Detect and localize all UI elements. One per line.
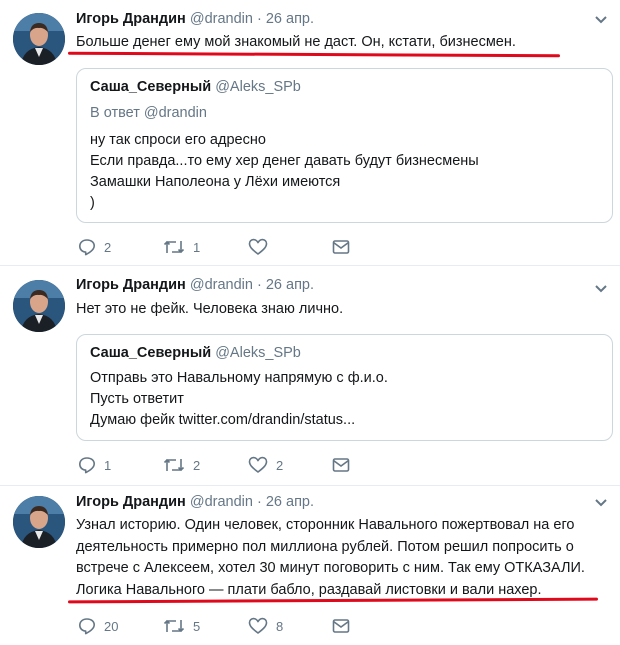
dm-button[interactable] xyxy=(332,616,350,636)
like-count: 2 xyxy=(276,457,284,473)
author-handle[interactable]: @drandin xyxy=(190,494,253,510)
envelope-icon xyxy=(332,458,350,472)
heart-icon xyxy=(248,617,268,634)
reply-count: 20 xyxy=(104,618,119,634)
tweet-text: Узнал историю. Один человек, сторонник Н… xyxy=(76,515,585,601)
tweet-text: Больше денег ему мой знакомый не даст. О… xyxy=(76,32,516,53)
quote-header: Саша_Северный @Aleks_SPb xyxy=(90,345,301,361)
chevron-down-icon[interactable] xyxy=(594,15,608,25)
dm-button[interactable] xyxy=(332,237,350,257)
tweet-date[interactable]: 26 апр. xyxy=(266,277,314,293)
quote-author-handle: @Aleks_SPb xyxy=(215,79,301,95)
retweet-button[interactable]: 2 xyxy=(163,455,200,475)
quote-line: ) xyxy=(90,195,95,211)
tweet-header: Игорь Драндин @drandin · 26 апр. xyxy=(76,11,314,27)
retweet-count: 5 xyxy=(193,618,201,634)
quote-line: Замашки Наполеона у Лёхи имеются xyxy=(90,174,341,190)
heart-icon xyxy=(248,456,268,473)
quote-reply-to: В ответ @drandin xyxy=(90,105,207,121)
avatar[interactable] xyxy=(13,496,65,548)
reply-count: 1 xyxy=(104,457,112,473)
avatar[interactable] xyxy=(13,280,65,332)
like-button[interactable]: 8 xyxy=(248,616,283,636)
chevron-down-icon[interactable] xyxy=(594,284,608,294)
author-name[interactable]: Игорь Драндин xyxy=(76,494,186,510)
retweet-count: 2 xyxy=(193,457,201,473)
reply-button[interactable]: 2 xyxy=(78,237,111,257)
retweet-button[interactable]: 1 xyxy=(163,237,200,257)
reply-icon xyxy=(79,239,95,256)
tweet-text-line: встрече с Алексеем, хотел 30 минут погов… xyxy=(76,560,585,576)
tweet-text: Нет это не фейк. Человека знаю лично. xyxy=(76,299,343,320)
tweet-actions: 1 2 2 xyxy=(78,455,378,475)
separator: · xyxy=(256,494,262,510)
quote-line: Пусть ответит xyxy=(90,391,184,407)
like-count: 8 xyxy=(276,618,284,634)
retweet-icon xyxy=(163,458,185,472)
quote-author-handle: @Aleks_SPb xyxy=(215,345,301,361)
like-button[interactable] xyxy=(248,237,276,257)
envelope-icon xyxy=(332,240,350,254)
tweet-text-line: Нет это не фейк. Человека знаю лично. xyxy=(76,301,344,317)
quote-line: ну так спроси его адресно xyxy=(90,132,266,148)
quote-author-name: Саша_Северный xyxy=(90,79,212,95)
quoted-tweet[interactable]: Саша_Северный @Aleks_SPb В ответ @drandi… xyxy=(76,68,613,223)
tweet-header: Игорь Драндин @drandin · 26 апр. xyxy=(76,277,314,293)
quote-line: Отправь это Навальному напрямую с ф.и.о. xyxy=(90,370,388,386)
timeline: Игорь Драндин @drandin · 26 апр. Больше … xyxy=(0,0,620,645)
retweet-count: 1 xyxy=(193,239,201,255)
chevron-down-icon[interactable] xyxy=(594,498,608,508)
tweet-text-line: деятельность примерно пол миллиона рубле… xyxy=(76,538,574,555)
tweet[interactable]: Игорь Драндин @drandin · 26 апр. Нет это… xyxy=(0,266,620,486)
quote-line: Если правда...то ему хер денег давать бу… xyxy=(90,153,479,169)
tweet[interactable]: Игорь Драндин @drandin · 26 апр. Узнал и… xyxy=(0,486,620,645)
retweet-button[interactable]: 5 xyxy=(163,616,200,636)
tweet-date[interactable]: 26 апр. xyxy=(266,11,314,27)
tweet-date[interactable]: 26 апр. xyxy=(266,494,314,510)
author-name[interactable]: Игорь Драндин xyxy=(76,277,186,293)
separator: · xyxy=(256,277,262,293)
tweet-text-line: Больше денег ему мой знакомый не даст. О… xyxy=(76,34,516,50)
reply-icon xyxy=(79,618,95,635)
author-handle[interactable]: @drandin xyxy=(190,11,253,27)
separator: · xyxy=(256,11,262,27)
quoted-tweet[interactable]: Саша_Северный @Aleks_SPb Отправь это Нав… xyxy=(76,334,613,441)
heart-icon xyxy=(248,238,268,255)
tweet-text-line: Узнал историю. Один человек, сторонник Н… xyxy=(76,517,575,533)
tweet[interactable]: Игорь Драндин @drandin · 26 апр. Больше … xyxy=(0,0,620,266)
reply-button[interactable]: 20 xyxy=(78,616,118,636)
author-handle[interactable]: @drandin xyxy=(190,277,253,293)
tweet-header: Игорь Драндин @drandin · 26 апр. xyxy=(76,494,314,510)
tweet-actions: 2 1 xyxy=(78,237,378,257)
tweet-actions: 20 5 8 xyxy=(78,616,378,636)
reply-count: 2 xyxy=(104,239,112,255)
quote-header: Саша_Северный @Aleks_SPb xyxy=(90,79,301,95)
avatar[interactable] xyxy=(13,13,65,65)
reply-icon xyxy=(79,457,95,474)
retweet-icon xyxy=(163,240,185,254)
author-name[interactable]: Игорь Драндин xyxy=(76,11,186,27)
retweet-icon xyxy=(163,619,185,633)
quote-line: Думаю фейк twitter.com/drandin/status... xyxy=(90,412,356,428)
reply-button[interactable]: 1 xyxy=(78,455,111,475)
envelope-icon xyxy=(332,619,350,633)
like-button[interactable]: 2 xyxy=(248,455,283,475)
dm-button[interactable] xyxy=(332,455,350,475)
quote-author-name: Саша_Северный xyxy=(90,345,212,361)
